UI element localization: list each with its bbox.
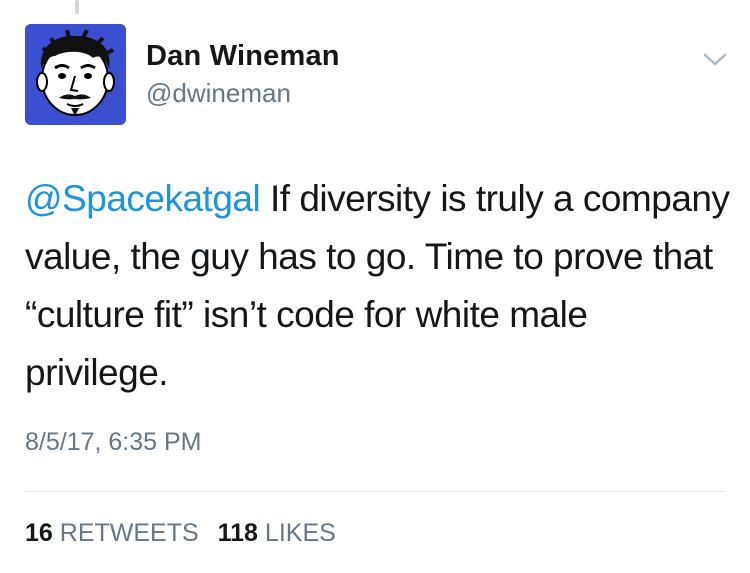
retweets-count: 16	[25, 519, 53, 547]
retweets-label: RETWEETS	[59, 519, 199, 547]
likes-label: LIKES	[264, 519, 336, 547]
chevron-down-icon	[703, 53, 727, 66]
divider	[25, 491, 725, 492]
tweet-stats: 16 RETWEETS 118 LIKES	[25, 519, 348, 548]
retweets-stat[interactable]: 16 RETWEETS	[25, 519, 199, 547]
likes-stat[interactable]: 118 LIKES	[218, 519, 336, 547]
cartoon-face-avatar-icon	[25, 24, 126, 125]
tweet-text: @Spacekatgal If diversity is truly a com…	[25, 170, 730, 402]
avatar[interactable]	[25, 24, 126, 125]
likes-count: 118	[217, 519, 258, 547]
author-handle[interactable]: @dwineman	[146, 78, 291, 109]
tweet-timestamp[interactable]: 8/5/17, 6:35 PM	[25, 428, 202, 457]
mention-link[interactable]: @Spacekatgal	[25, 178, 261, 219]
author-display-name[interactable]: Dan Wineman	[146, 40, 340, 73]
tweet-menu-button[interactable]	[700, 48, 730, 72]
tweet-card: Dan Wineman @dwineman @Spacekatgal If di…	[0, 0, 750, 573]
thread-line	[75, 0, 79, 14]
